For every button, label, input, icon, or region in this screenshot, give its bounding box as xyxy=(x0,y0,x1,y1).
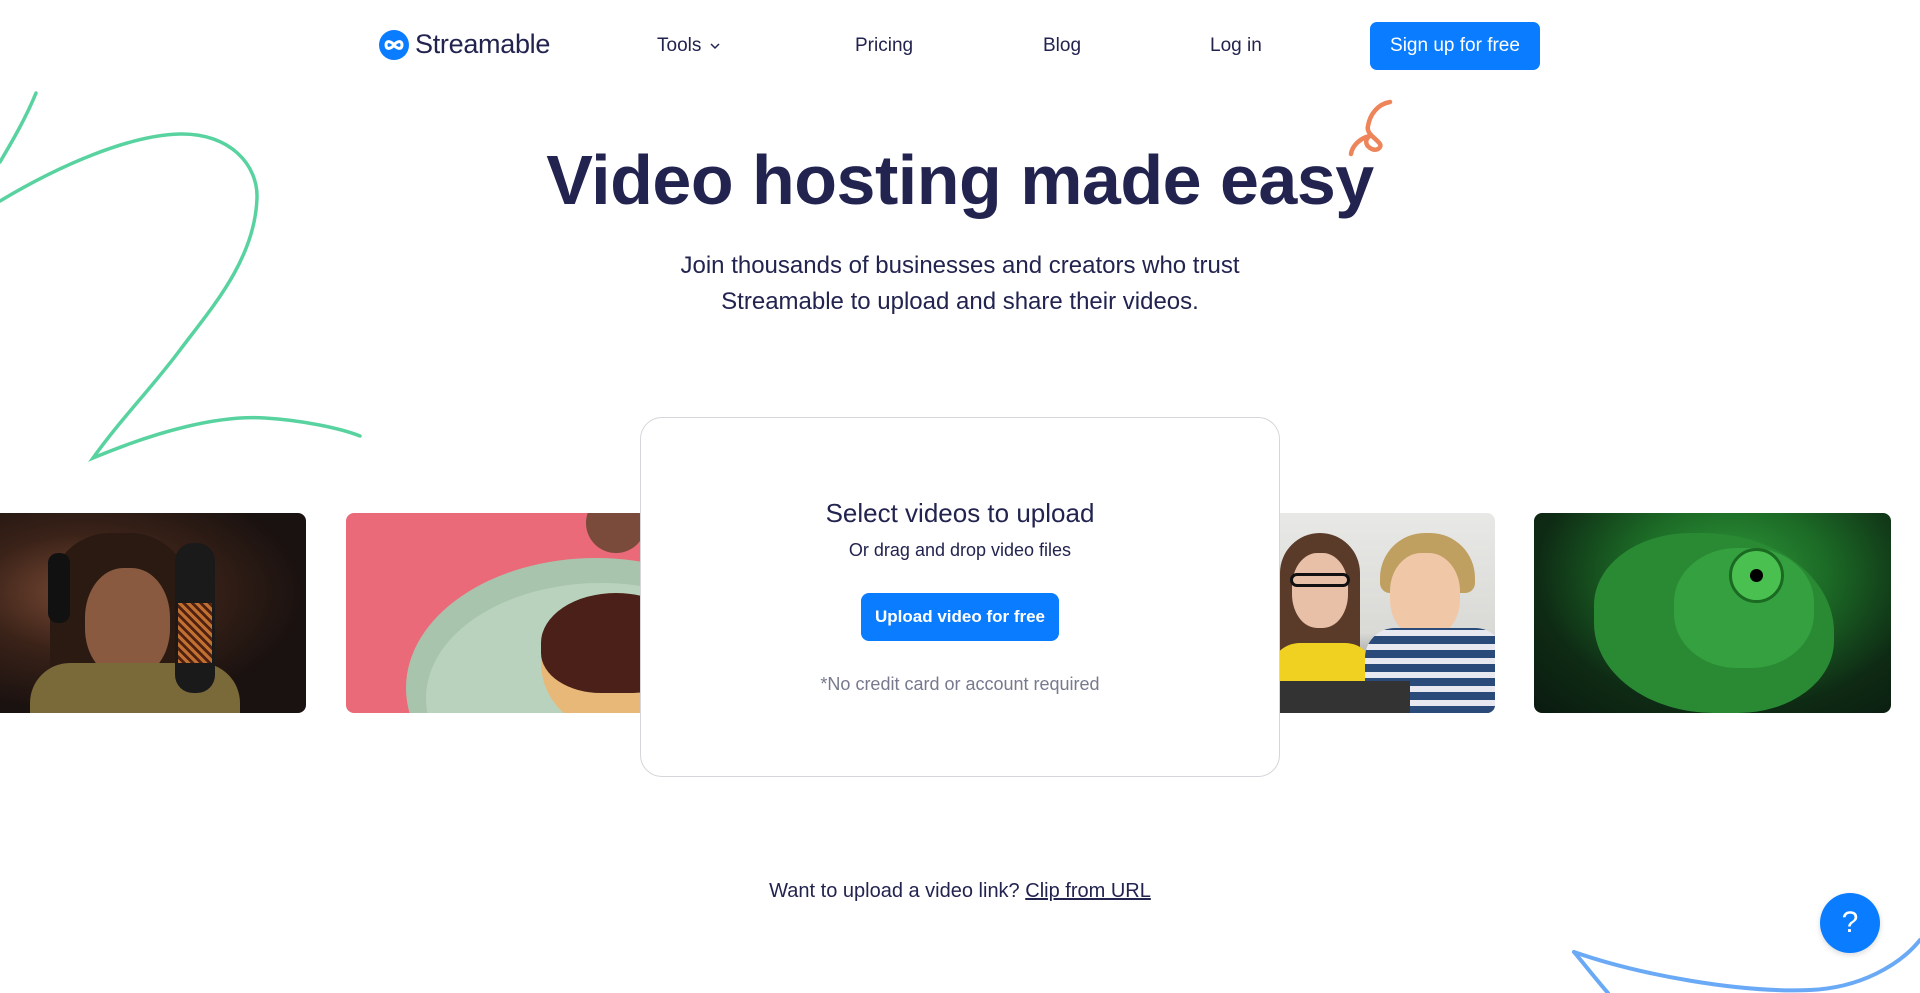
hero-subtitle: Join thousands of businesses and creator… xyxy=(0,248,1920,320)
upload-title: Select videos to upload xyxy=(825,498,1095,528)
video-thumbnail-podcaster xyxy=(0,513,306,713)
upload-video-button[interactable]: Upload video for free xyxy=(861,593,1059,641)
brand-name: Streamable xyxy=(415,29,551,59)
nav-pricing-link[interactable]: Pricing xyxy=(855,35,913,57)
upload-dropzone[interactable]: Select videos to upload Or drag and drop… xyxy=(640,417,1280,777)
clip-from-url-link[interactable]: Clip from URL xyxy=(1025,880,1151,902)
hero-subtitle-line-1: Join thousands of businesses and creator… xyxy=(680,252,1240,279)
clip-prompt-text: Want to upload a video link? xyxy=(769,880,1020,902)
video-thumbnail-chameleon xyxy=(1534,513,1891,713)
upload-note: *No credit card or account required xyxy=(820,674,1100,694)
nav-login-link[interactable]: Log in xyxy=(1210,35,1262,57)
hero-title: Video hosting made easy xyxy=(546,141,1374,219)
nav-tools-menu[interactable]: Tools xyxy=(657,35,721,57)
nav-tools-label: Tools xyxy=(657,35,702,56)
clip-from-url-prompt: Want to upload a video link? Clip from U… xyxy=(0,880,1920,903)
nav-blog-link[interactable]: Blog xyxy=(1043,35,1081,57)
video-thumbnail-donut xyxy=(346,513,646,713)
video-thumbnail-people-laptop xyxy=(1270,513,1495,713)
top-navigation: Streamable Tools Pricing Blog Log in Sig… xyxy=(0,0,1920,92)
infinity-loop-icon xyxy=(379,29,409,60)
upload-subtitle: Or drag and drop video files xyxy=(848,540,1072,560)
streamable-logo[interactable]: Streamable xyxy=(379,29,550,60)
chevron-down-icon xyxy=(710,43,720,50)
help-button[interactable]: ? xyxy=(1820,893,1880,953)
question-mark-icon: ? xyxy=(1841,906,1859,939)
hero-subtitle-line-2: Streamable to upload and share their vid… xyxy=(721,288,1199,315)
signup-button[interactable]: Sign up for free xyxy=(1370,22,1540,70)
